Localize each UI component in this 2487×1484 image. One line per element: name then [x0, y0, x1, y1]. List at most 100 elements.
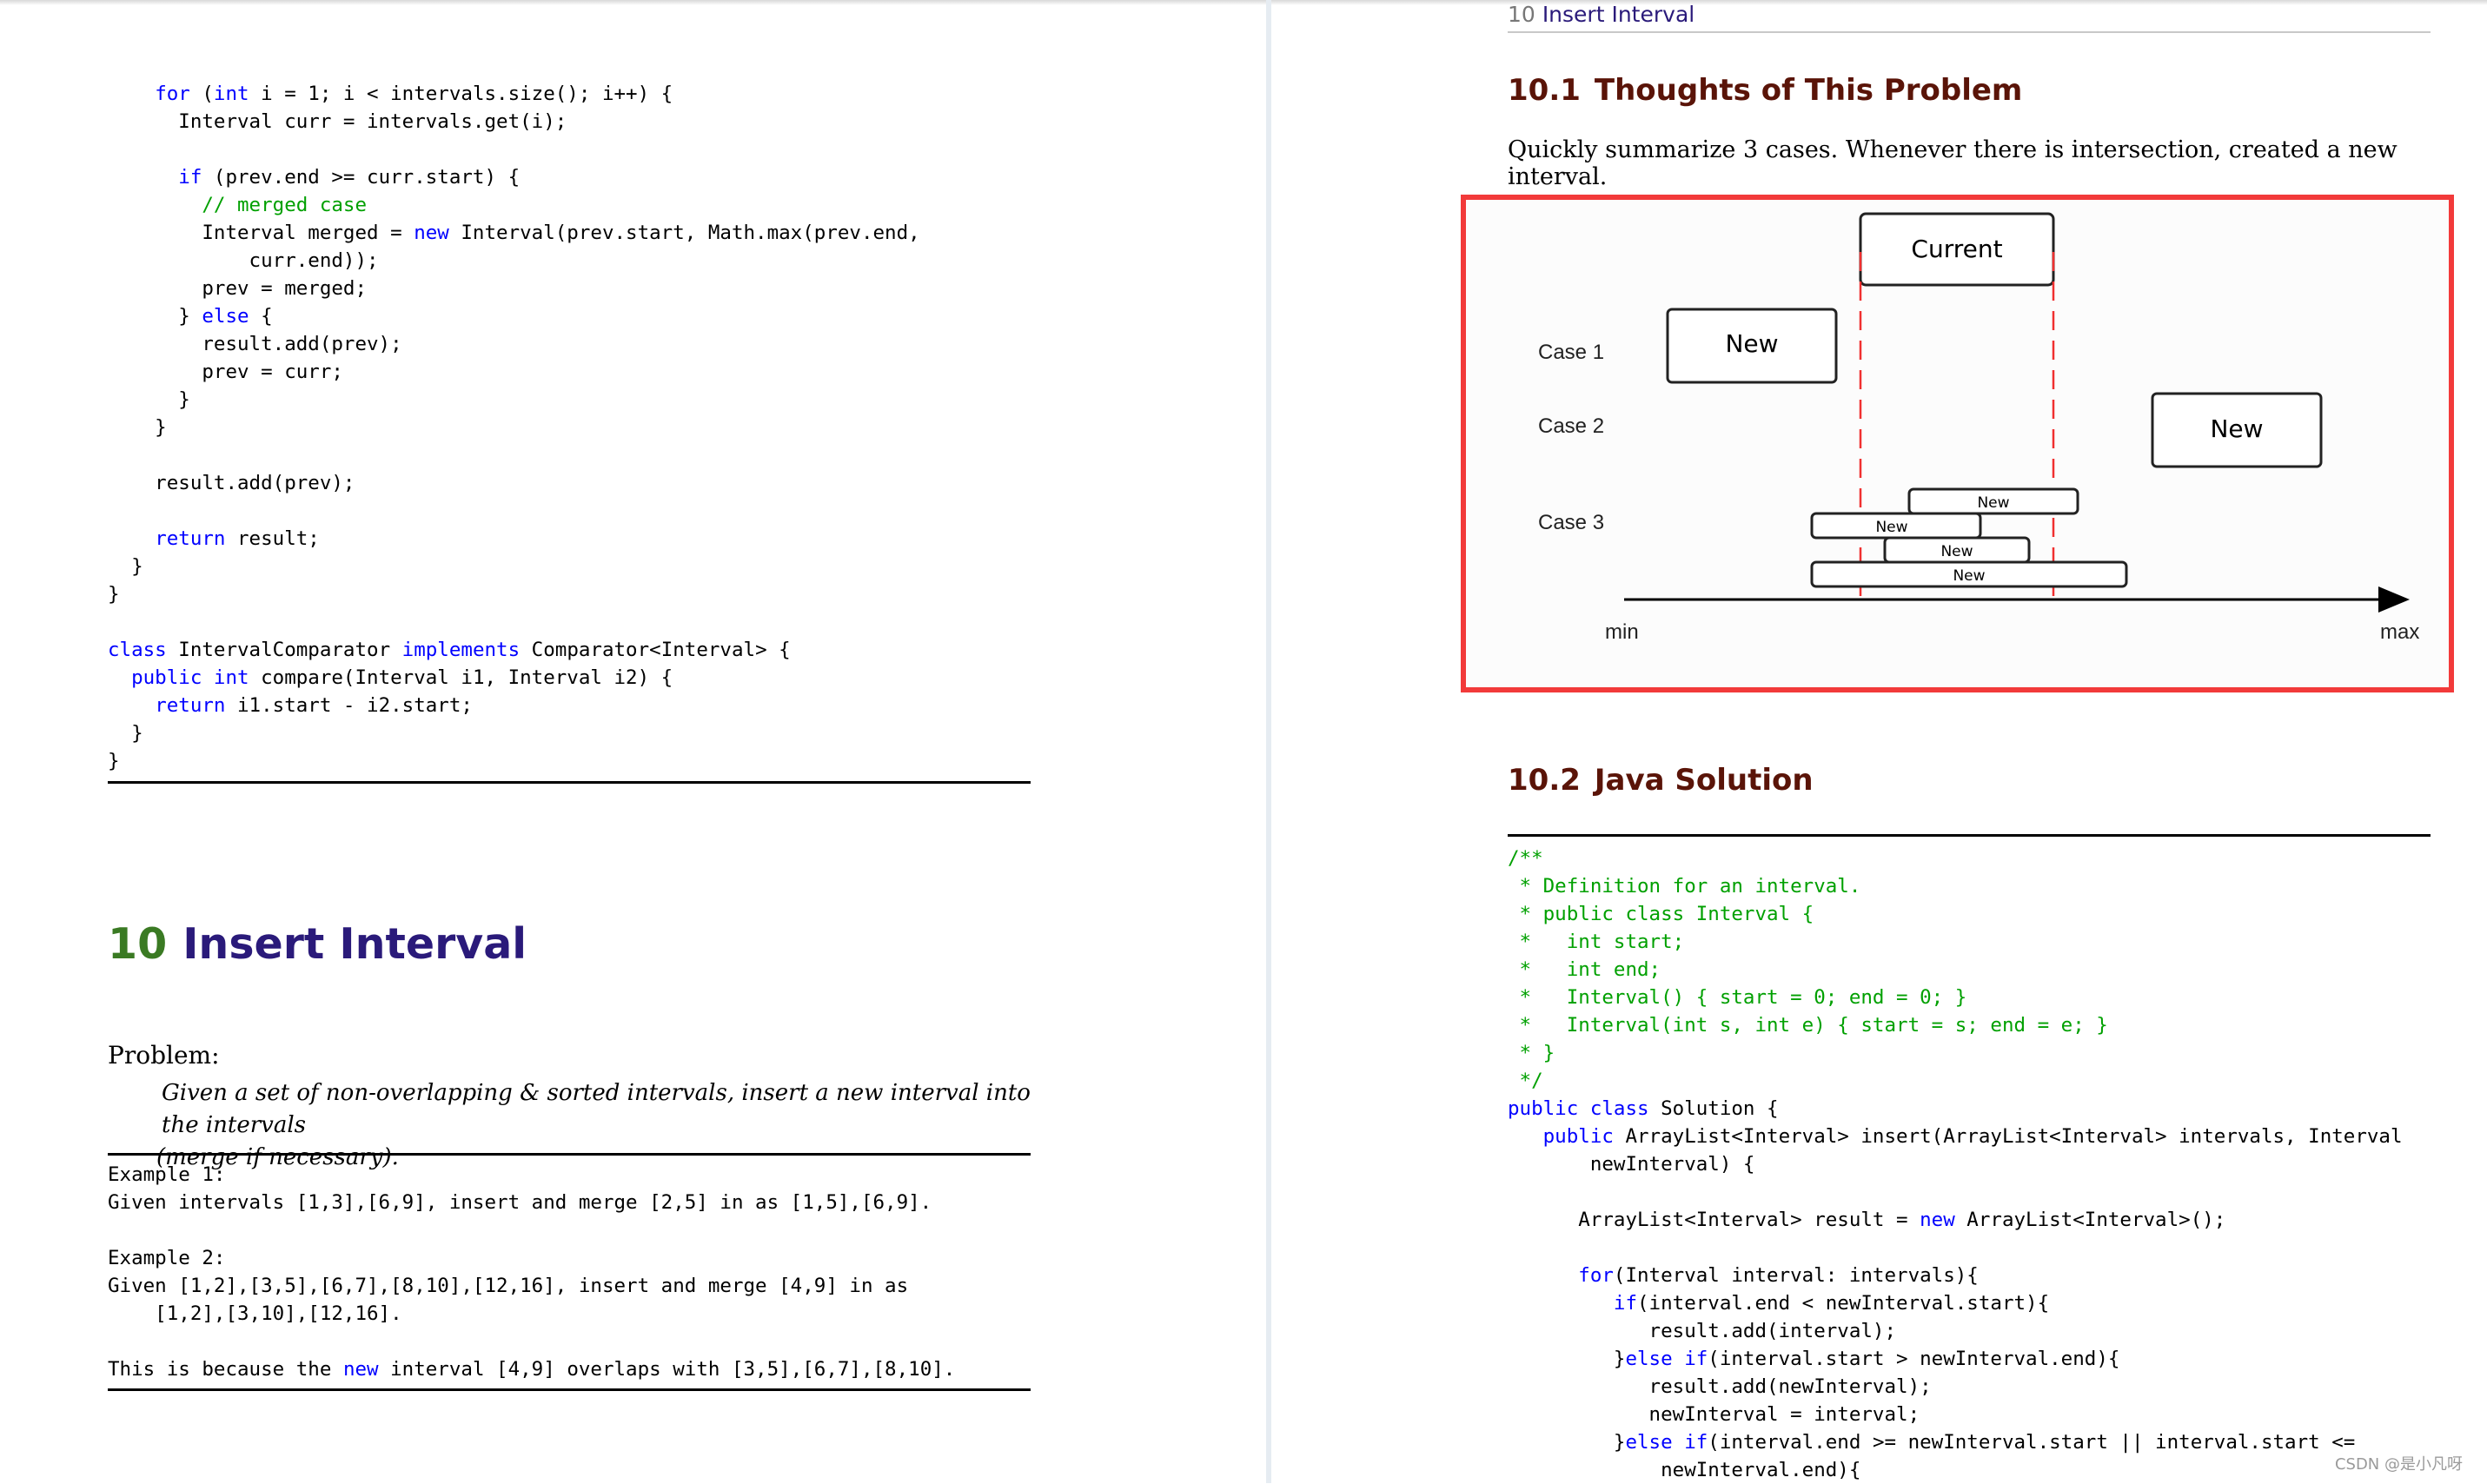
code-line: */: [1508, 1067, 2403, 1095]
code-text: ArrayList<Interval> insert(ArrayList<Int…: [1613, 1125, 2403, 1148]
chapter-title: Insert Interval: [182, 919, 527, 969]
code-line: newInterval = interval;: [1508, 1401, 2403, 1428]
code-text: Solution {: [1648, 1097, 1779, 1120]
code-line: }: [108, 580, 920, 608]
code-line: * Interval() { start = 0; end = 0; }: [1508, 984, 2403, 1011]
section-title: Java Solution: [1594, 763, 1814, 798]
code-keyword: int: [213, 666, 249, 689]
code-keyword: if: [178, 166, 202, 189]
code-text: }: [108, 750, 120, 772]
code-line: if(interval.end < newInterval.start){: [1508, 1289, 2403, 1317]
code-text: compare(Interval i1, Interval i2) {: [249, 666, 673, 689]
problem-statement: Given a set of non-overlapping & sorted …: [156, 1077, 1034, 1174]
case-3-new-label-2: New: [1875, 519, 1907, 536]
code-text: result.add(newInterval);: [1508, 1375, 1932, 1398]
code-keyword: else: [1625, 1431, 1673, 1454]
code-keyword: class: [1589, 1097, 1649, 1120]
code-keyword: if: [1684, 1348, 1708, 1370]
code-keyword: return: [155, 694, 226, 717]
code-line: public ArrayList<Interval> insert(ArrayL…: [1508, 1123, 2403, 1150]
code-keyword: return: [155, 527, 226, 550]
code-block-merge-intervals: for (int i = 1; i < intervals.size(); i+…: [108, 80, 920, 775]
code-text: newInterval) {: [1508, 1153, 1755, 1176]
code-text: }: [1508, 1348, 1626, 1370]
running-header-title: Insert Interval: [1542, 2, 1695, 27]
solution-code-top-rule: [1508, 834, 2431, 837]
code-line: * public class Interval {: [1508, 900, 2403, 928]
code-keyword: new: [414, 222, 449, 244]
axis-max-label: max: [2380, 620, 2419, 644]
code-line: return result;: [108, 525, 920, 553]
case-1-label: Case 1: [1538, 341, 1604, 364]
code-comment: * int end;: [1508, 958, 1661, 981]
code-line: ArrayList<Interval> result = new ArrayLi…: [1508, 1206, 2403, 1234]
code-text: (Interval interval: intervals){: [1613, 1264, 1979, 1287]
code-line: * int end;: [1508, 956, 2403, 984]
code-block-java-solution: /** * Definition for an interval. * publ…: [1508, 845, 2403, 1484]
code-line: Interval curr = intervals.get(i);: [108, 108, 920, 136]
code-comment: * Definition for an interval.: [1508, 875, 1861, 898]
code-comment: * Interval(int s, int e) { start = s; en…: [1508, 1014, 2108, 1037]
code-line: result.add(prev);: [108, 330, 920, 358]
case-3-new-label-1: New: [1977, 494, 2009, 512]
code-line: [1,2],[3,10],[12,16].: [108, 1300, 955, 1328]
code-text: interval [4,9] overlaps with [3,5],[6,7]…: [378, 1358, 956, 1381]
code-line: /**: [1508, 845, 2403, 872]
code-text: Interval(prev.start, Math.max(prev.end,: [448, 222, 920, 244]
examples-bottom-rule: [108, 1388, 1031, 1391]
code-comment: * Interval() { start = 0; end = 0; }: [1508, 986, 1967, 1009]
code-line: public class Solution {: [1508, 1095, 2403, 1123]
code-text: IntervalComparator: [166, 639, 402, 661]
code-comment: // merged case: [202, 194, 368, 216]
case-2-new-label: New: [2210, 414, 2263, 443]
chapter-heading: 10 Insert Interval: [108, 919, 527, 969]
section-number: 10.1: [1508, 73, 1581, 108]
code-text: ArrayList<Interval> result =: [1508, 1209, 1920, 1231]
code-text: }: [108, 583, 120, 606]
code-keyword: if: [1613, 1292, 1638, 1315]
chapter-number: 10: [108, 919, 168, 969]
problem-label: Problem:: [108, 1041, 220, 1070]
code-line: Given intervals [1,3],[6,9], insert and …: [108, 1189, 955, 1216]
code-line: * }: [1508, 1039, 2403, 1067]
code-text: (: [189, 83, 214, 105]
code-text: curr.end));: [108, 249, 379, 272]
code-line: for (int i = 1; i < intervals.size(); i+…: [108, 80, 920, 108]
code-line: newInterval) {: [1508, 1150, 2403, 1178]
code-text: (interval.start > newInterval.end){: [1708, 1348, 2120, 1370]
code-text: (interval.end >= newInterval.start || in…: [1708, 1431, 2356, 1454]
code-comment: * int start;: [1508, 931, 1685, 953]
code-comment: * public class Interval {: [1508, 903, 1814, 925]
case-3-new-label-3: New: [1940, 543, 1973, 560]
code-text: [1,2],[3,10],[12,16].: [108, 1302, 402, 1325]
code-line: // merged case: [108, 191, 920, 219]
code-line: } else {: [108, 302, 920, 330]
code-line: result.add(newInterval);: [1508, 1373, 2403, 1401]
code-text: }: [108, 388, 190, 411]
code-text: Given intervals [1,3],[6,9], insert and …: [108, 1191, 932, 1214]
code-block-bottom-rule: [108, 781, 1031, 784]
code-line: }: [108, 719, 920, 747]
axis-min-label: min: [1605, 620, 1639, 644]
code-text: Example 2:: [108, 1247, 226, 1269]
case-1-new-label: New: [1725, 329, 1778, 358]
examples-block: Example 1: Given intervals [1,3],[6,9], i…: [108, 1161, 955, 1383]
code-text: Given [1,2],[3,5],[6,7],[8,10],[12,16], …: [108, 1275, 909, 1297]
code-comment: */: [1508, 1070, 1543, 1092]
code-text: ArrayList<Interval>();: [1954, 1209, 2226, 1231]
code-line: }: [108, 414, 920, 441]
running-header-rule: [1508, 31, 2431, 33]
code-text: (interval.end < newInterval.start){: [1637, 1292, 2050, 1315]
code-text: result;: [225, 527, 320, 550]
code-text: }: [108, 722, 143, 745]
code-text: (prev.end >= curr.start) {: [202, 166, 521, 189]
running-header: 10 Insert Interval: [1508, 2, 1694, 27]
watermark: CSDN @是小凡呀: [2334, 1455, 2463, 1474]
code-line: Given [1,2],[3,5],[6,7],[8,10],[12,16], …: [108, 1272, 955, 1300]
section-heading-java-solution: 10.2 Java Solution: [1508, 763, 1814, 798]
